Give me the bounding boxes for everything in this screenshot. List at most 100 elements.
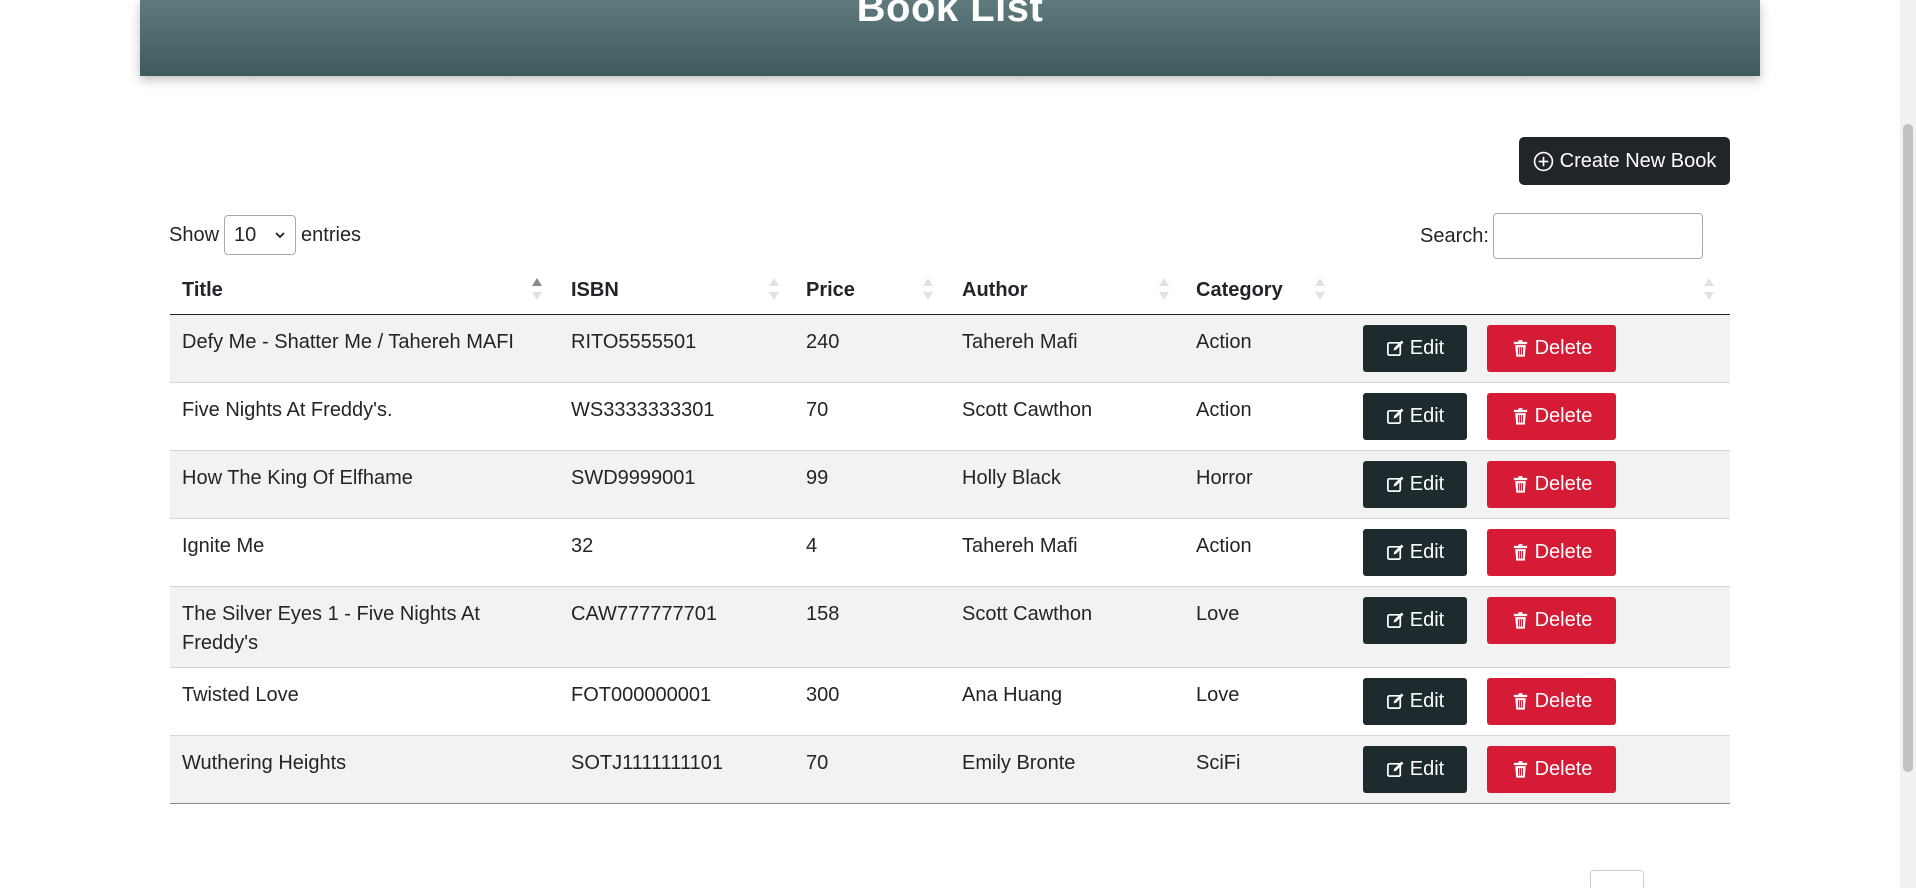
plus-circle-icon: [1533, 151, 1553, 171]
edit-label: Edit: [1409, 337, 1445, 359]
delete-button[interactable]: Delete: [1487, 461, 1616, 508]
entries-label: entries: [301, 223, 362, 246]
cell-isbn: SWD9999001: [571, 467, 696, 489]
column-header-category-label: Category: [1196, 278, 1283, 301]
sort-icon[interactable]: [922, 276, 934, 302]
cell-price: 240: [806, 331, 840, 353]
edit-button[interactable]: Edit: [1363, 393, 1467, 440]
edit-button[interactable]: Edit: [1363, 597, 1467, 644]
pencil-square-icon: [1386, 408, 1404, 425]
entries-select-value: 10: [234, 223, 257, 246]
sort-ascending-icon[interactable]: [531, 276, 543, 302]
trash-icon: [1513, 612, 1527, 629]
cell-isbn: FOT000000001: [571, 684, 712, 706]
column-header-price[interactable]: Price: [806, 266, 855, 314]
entries-length-control: Show 10 entries: [169, 215, 361, 255]
column-header-price-label: Price: [806, 278, 855, 301]
table-row: How The King Of Elfhame SWD9999001 99 Ho…: [170, 451, 1730, 519]
cell-price: 300: [806, 684, 840, 706]
delete-label: Delete: [1534, 690, 1593, 712]
page-title: Book List: [856, 0, 1044, 30]
sort-icon[interactable]: [1158, 276, 1170, 302]
delete-button[interactable]: Delete: [1487, 746, 1616, 793]
trash-icon: [1513, 761, 1527, 778]
delete-label: Delete: [1534, 609, 1593, 631]
edit-label: Edit: [1409, 541, 1445, 563]
cell-title: Defy Me - Shatter Me / Tahereh MAFI: [182, 331, 514, 353]
sort-icon[interactable]: [1703, 276, 1715, 302]
cell-price: 70: [806, 399, 829, 421]
cell-author: Holly Black: [962, 467, 1061, 489]
column-header-author-label: Author: [962, 278, 1028, 301]
cell-isbn: 32: [571, 535, 594, 557]
cell-isbn: WS3333333301: [571, 399, 715, 421]
cell-title: The Silver Eyes 1 - Five Nights At Fredd…: [182, 603, 480, 654]
table-row: Defy Me - Shatter Me / Tahereh MAFI RITO…: [170, 315, 1730, 383]
delete-label: Delete: [1534, 473, 1593, 495]
column-header-isbn[interactable]: ISBN: [571, 266, 619, 314]
edit-button[interactable]: Edit: [1363, 325, 1467, 372]
edit-label: Edit: [1409, 473, 1445, 495]
delete-label: Delete: [1534, 758, 1593, 780]
pencil-square-icon: [1386, 544, 1404, 561]
chevron-down-icon: [275, 232, 285, 239]
table-header: Title ISBN Price Author Category: [170, 266, 1730, 315]
table-row: Wuthering Heights SOTJ1111111101 70 Emil…: [170, 736, 1730, 804]
column-header-title-label: Title: [182, 278, 223, 301]
sort-icon[interactable]: [768, 276, 780, 302]
delete-button[interactable]: Delete: [1487, 393, 1616, 440]
pencil-square-icon: [1386, 612, 1404, 629]
trash-icon: [1513, 476, 1527, 493]
column-header-author[interactable]: Author: [962, 266, 1028, 314]
cell-author: Tahereh Mafi: [962, 331, 1078, 353]
cell-title: Ignite Me: [182, 535, 265, 557]
edit-button[interactable]: Edit: [1363, 678, 1467, 725]
cell-category: Love: [1196, 684, 1240, 706]
delete-button[interactable]: Delete: [1487, 529, 1616, 576]
pencil-square-icon: [1386, 693, 1404, 710]
cell-category: Love: [1196, 603, 1240, 625]
pencil-square-icon: [1386, 340, 1404, 357]
cell-category: Horror: [1196, 467, 1253, 489]
cell-title: Wuthering Heights: [182, 752, 347, 774]
search-input[interactable]: [1492, 213, 1703, 259]
sort-icon[interactable]: [1314, 276, 1326, 302]
cell-author: Ana Huang: [962, 684, 1063, 706]
cell-isbn: SOTJ1111111101: [571, 752, 723, 774]
edit-button[interactable]: Edit: [1363, 746, 1467, 793]
pagination-button[interactable]: [1590, 870, 1644, 888]
column-header-category[interactable]: Category: [1196, 266, 1283, 314]
cell-price: 70: [806, 752, 829, 774]
edit-button[interactable]: Edit: [1363, 461, 1467, 508]
create-new-book-button[interactable]: Create New Book: [1519, 137, 1730, 185]
column-header-title[interactable]: Title: [182, 266, 223, 314]
table-row: Twisted Love FOT000000001 300 Ana Huang …: [170, 668, 1730, 736]
cell-category: Action: [1196, 399, 1252, 421]
cell-title: Twisted Love: [182, 684, 299, 706]
cell-isbn: CAW777777701: [571, 603, 718, 625]
cell-author: Scott Cawthon: [962, 399, 1093, 421]
search-control: Search:: [1420, 213, 1703, 259]
cell-price: 158: [806, 603, 840, 625]
delete-button[interactable]: Delete: [1487, 597, 1616, 644]
cell-title: Five Nights At Freddy's.: [182, 399, 393, 421]
trash-icon: [1513, 544, 1527, 561]
scrollbar-thumb[interactable]: [1903, 124, 1913, 772]
cell-category: SciFi: [1196, 752, 1241, 774]
entries-select[interactable]: 10: [224, 215, 297, 255]
cell-isbn: RITO5555501: [571, 331, 697, 353]
cell-author: Tahereh Mafi: [962, 535, 1078, 557]
edit-label: Edit: [1409, 405, 1445, 427]
delete-label: Delete: [1534, 405, 1593, 427]
cell-author: Emily Bronte: [962, 752, 1076, 774]
table-row: The Silver Eyes 1 - Five Nights At Fredd…: [170, 587, 1730, 668]
trash-icon: [1513, 340, 1527, 357]
edit-button[interactable]: Edit: [1363, 529, 1467, 576]
create-new-book-label: Create New Book: [1559, 149, 1717, 172]
cell-author: Scott Cawthon: [962, 603, 1093, 625]
delete-button[interactable]: Delete: [1487, 678, 1616, 725]
delete-button[interactable]: Delete: [1487, 325, 1616, 372]
pencil-square-icon: [1386, 761, 1404, 778]
delete-label: Delete: [1534, 541, 1593, 563]
vertical-scrollbar[interactable]: [1900, 0, 1916, 888]
